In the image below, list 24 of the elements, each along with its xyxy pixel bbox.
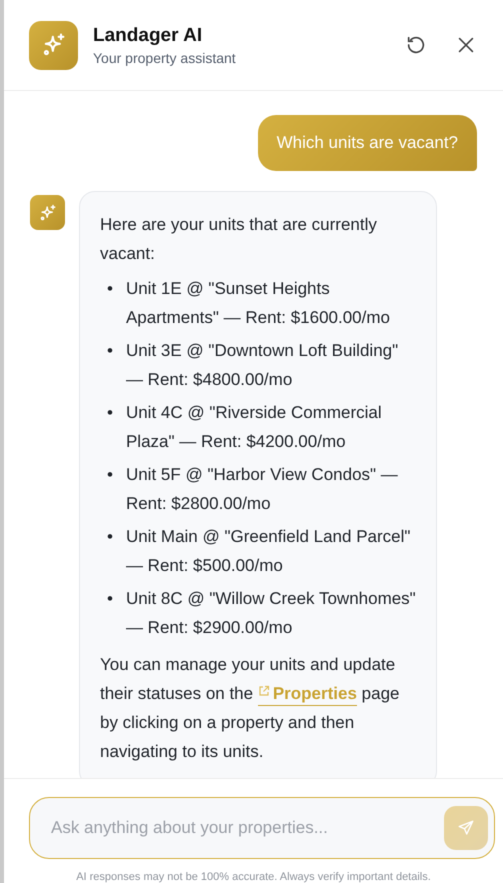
send-icon <box>457 819 475 837</box>
list-item: Unit 8C @ "Willow Creek Townhomes" — Rent: $2900.00/mo <box>126 588 416 639</box>
list-item: Unit 3E @ "Downtown Loft Building" — Rent: $4800.00/mo <box>126 340 400 391</box>
list-item: Unit 5F @ "Harbor View Condos" — Rent: $2800.00/mo <box>126 464 399 515</box>
list-item: Unit 1E @ "Sunset Heights Apartments" — Rent: $1600.00/mo <box>126 278 391 329</box>
user-message: Which units are vacant? <box>258 115 477 171</box>
list-item: Unit 4C @ "Riverside Commercial Plaza" — Rent: $4200.00/mo <box>126 402 383 453</box>
list-bullet: • <box>107 526 113 548</box>
list-item: Unit Main @ "Greenfield Land Parcel" — Rent: $500.00/mo <box>126 526 412 577</box>
message-input[interactable]: Ask anything about your properties... <box>49 817 444 839</box>
message-field[interactable]: Ask anything about your properties... <box>29 797 495 859</box>
list-bullet: • <box>107 588 113 610</box>
reset-icon <box>405 34 427 56</box>
list-bullet: • <box>107 402 113 424</box>
properties-link[interactable]: Properties <box>258 684 357 706</box>
assistant-subtitle: Your property assistant <box>93 50 237 66</box>
disclaimer-text: AI responses may not be 100% accurate. Always verify important details. <box>75 870 432 883</box>
external-link-icon <box>258 685 270 697</box>
assistant-title: Landager AI <box>93 24 204 46</box>
message-text: Here are your units that are currently vacant: <box>100 214 378 265</box>
list-bullet: • <box>107 340 113 362</box>
list-bullet: • <box>107 464 113 486</box>
list-bullet: • <box>107 278 113 300</box>
message-text: You can manage your units and update their statuses on the Properties page by clicking on a property and then navigating to its units. <box>100 654 400 763</box>
